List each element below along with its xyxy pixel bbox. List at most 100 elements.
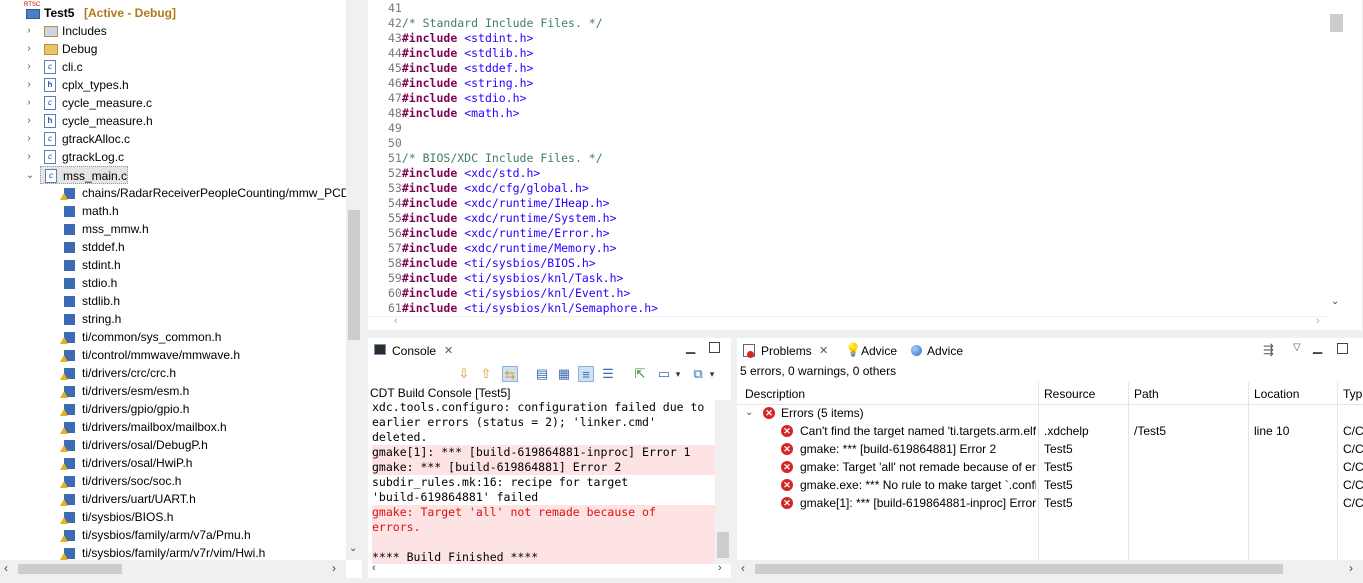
- code-line[interactable]: 49: [388, 121, 402, 136]
- pin-console-icon[interactable]: ⇱: [632, 366, 648, 382]
- problems-horizontal-scrollbar[interactable]: ‹ ›: [737, 560, 1363, 578]
- maximize-icon[interactable]: [709, 342, 720, 353]
- problem-row[interactable]: ✕ gmake.exe: *** No rule to make target `…: [737, 476, 1363, 494]
- tab-advice-2[interactable]: Advice: [927, 344, 963, 358]
- code-line[interactable]: 43#include <stdint.h>: [388, 31, 533, 46]
- code-editor[interactable]: 41 42/* Standard Include Files. */43#incl…: [368, 0, 1362, 330]
- scroll-lock-down-icon[interactable]: ⇩: [456, 366, 472, 382]
- minimize-icon[interactable]: ▁: [1313, 340, 1322, 354]
- filter-icon[interactable]: ⇶: [1263, 342, 1274, 358]
- chevron-right-icon[interactable]: ›: [24, 112, 34, 130]
- console-output[interactable]: xdc.tools.configuro: configuration faile…: [368, 400, 715, 564]
- include-item[interactable]: chains/RadarReceiverPeopleCounting/mmw_P…: [60, 184, 349, 202]
- code-line[interactable]: 60#include <ti/sysbios/knl/Event.h>: [388, 286, 630, 301]
- code-line[interactable]: 47#include <stdio.h>: [388, 91, 527, 106]
- console-scroll-left-icon[interactable]: ‹: [372, 562, 376, 574]
- chevron-right-icon[interactable]: ›: [24, 148, 34, 166]
- open-console-dropdown-icon[interactable]: ▾: [704, 366, 720, 382]
- chevron-right-icon[interactable]: ›: [24, 58, 34, 76]
- column-resource[interactable]: Resource: [1044, 385, 1095, 403]
- include-item[interactable]: stddef.h: [62, 238, 346, 256]
- problems-hscroll-thumb[interactable]: [755, 564, 1283, 574]
- chevron-right-icon[interactable]: ›: [24, 130, 34, 148]
- code-line[interactable]: 52#include <xdc/std.h>: [388, 166, 540, 181]
- problem-row[interactable]: ✕ gmake: *** [build-619864881] Error 2 Tes…: [737, 440, 1363, 458]
- console-scroll-right-icon[interactable]: ›: [718, 562, 722, 574]
- explorer-horizontal-scrollbar[interactable]: ‹ ›: [0, 560, 346, 578]
- column-location[interactable]: Location: [1254, 385, 1299, 403]
- include-item[interactable]: ti/drivers/uart/UART.h: [60, 490, 346, 508]
- tree-item[interactable]: ⌄ c mss_main.c: [26, 166, 128, 184]
- tree-item[interactable]: › c gtrackLog.c: [27, 148, 340, 166]
- scroll-lock-up-icon[interactable]: ⇧: [478, 366, 494, 382]
- include-item[interactable]: math.h: [62, 202, 346, 220]
- tree-item[interactable]: › h cplx_types.h: [27, 76, 340, 94]
- tab-problems[interactable]: Problems: [761, 344, 812, 358]
- include-item[interactable]: ti/drivers/crc/crc.h: [60, 364, 346, 382]
- code-line[interactable]: 54#include <xdc/runtime/IHeap.h>: [388, 196, 610, 211]
- code-line[interactable]: 53#include <xdc/cfg/global.h>: [388, 181, 589, 196]
- code-line[interactable]: 56#include <xdc/runtime/Error.h>: [388, 226, 610, 241]
- tree-item[interactable]: › c cycle_measure.c: [27, 94, 340, 112]
- code-line[interactable]: 41: [388, 1, 402, 16]
- chevron-right-icon[interactable]: ›: [24, 40, 34, 58]
- code-line[interactable]: 42/* Standard Include Files. */: [388, 16, 603, 31]
- explorer-scroll-thumb[interactable]: [348, 210, 360, 340]
- tree-item[interactable]: › Debug: [27, 40, 340, 58]
- copy-icon[interactable]: ▦: [556, 366, 572, 382]
- console-scroll-thumb[interactable]: [717, 532, 729, 558]
- include-item[interactable]: ti/drivers/osal/DebugP.h: [60, 436, 346, 454]
- include-item[interactable]: ti/drivers/osal/HwiP.h: [60, 454, 346, 472]
- chevron-down-icon[interactable]: ⌄: [745, 404, 753, 422]
- include-item[interactable]: stdio.h: [62, 274, 346, 292]
- view-menu-icon[interactable]: ▽: [1293, 342, 1301, 353]
- problem-row[interactable]: ✕ gmake[1]: *** [build-619864881-inproc] …: [737, 494, 1363, 512]
- explorer-vertical-scrollbar[interactable]: ⌄: [346, 0, 362, 560]
- problem-row[interactable]: ✕ Can't find the target named 'ti.targets…: [737, 422, 1363, 440]
- problems-scroll-right-icon[interactable]: ›: [1349, 561, 1353, 575]
- editor-scroll-thumb[interactable]: [1330, 14, 1343, 32]
- show-console-icon[interactable]: ☰: [600, 366, 616, 382]
- editor-horizontal-scrollbar[interactable]: ‹ ›: [368, 315, 1328, 330]
- console-horizontal-scrollbar[interactable]: ‹ ›: [368, 562, 731, 578]
- include-item[interactable]: stdint.h: [62, 256, 346, 274]
- code-line[interactable]: 50: [388, 136, 402, 151]
- include-item[interactable]: ti/drivers/mailbox/mailbox.h: [60, 418, 346, 436]
- chevron-right-icon[interactable]: ›: [24, 22, 34, 40]
- problems-scroll-left-icon[interactable]: ‹: [741, 561, 745, 575]
- tree-item[interactable]: › c gtrackAlloc.c: [27, 130, 340, 148]
- editor-vertical-scrollbar[interactable]: ⌄: [1328, 0, 1344, 316]
- column-path[interactable]: Path: [1134, 385, 1159, 403]
- close-icon[interactable]: ✕: [819, 344, 828, 357]
- project-root[interactable]: RTSC Test5 [Active - Debug]: [4, 2, 344, 22]
- code-line[interactable]: 61#include <ti/sysbios/knl/Semaphore.h>: [388, 301, 658, 316]
- include-item[interactable]: ti/sysbios/family/arm/v7a/Pmu.h: [60, 526, 346, 544]
- include-item[interactable]: stdlib.h: [62, 292, 346, 310]
- close-icon[interactable]: ✕: [444, 344, 453, 357]
- chevron-right-icon[interactable]: ›: [24, 94, 34, 112]
- explorer-hscroll-thumb[interactable]: [18, 564, 122, 574]
- column-description[interactable]: Description: [745, 385, 805, 403]
- tree-item[interactable]: › h cycle_measure.h: [27, 112, 340, 130]
- code-line[interactable]: 57#include <xdc/runtime/Memory.h>: [388, 241, 617, 256]
- error-group-row[interactable]: ⌄ ✕ Errors (5 items): [737, 404, 1363, 422]
- tree-item[interactable]: › c cli.c: [27, 58, 340, 76]
- code-line[interactable]: 45#include <stddef.h>: [388, 61, 533, 76]
- maximize-icon[interactable]: [1337, 343, 1348, 354]
- code-line[interactable]: 58#include <ti/sysbios/BIOS.h>: [388, 256, 596, 271]
- tab-advice[interactable]: Advice: [861, 344, 897, 358]
- editor-scroll-right-icon[interactable]: ›: [1316, 315, 1320, 327]
- problem-row[interactable]: ✕ gmake: Target 'all' not remade because …: [737, 458, 1363, 476]
- include-item[interactable]: ti/common/sys_common.h: [60, 328, 346, 346]
- chevron-right-icon[interactable]: ›: [24, 76, 34, 94]
- console-tab[interactable]: Console: [392, 344, 436, 358]
- code-line[interactable]: 44#include <stdlib.h>: [388, 46, 533, 61]
- code-line[interactable]: 51/* BIOS/XDC Include Files. */: [388, 151, 603, 166]
- code-line[interactable]: 55#include <xdc/runtime/System.h>: [388, 211, 617, 226]
- include-item[interactable]: string.h: [62, 310, 346, 328]
- scroll-left-icon[interactable]: ‹: [4, 561, 8, 575]
- scroll-down-icon[interactable]: ⌄: [349, 543, 357, 554]
- column-type[interactable]: Typ: [1343, 385, 1362, 403]
- include-item[interactable]: ti/control/mmwave/mmwave.h: [60, 346, 346, 364]
- code-line[interactable]: 46#include <string.h>: [388, 76, 533, 91]
